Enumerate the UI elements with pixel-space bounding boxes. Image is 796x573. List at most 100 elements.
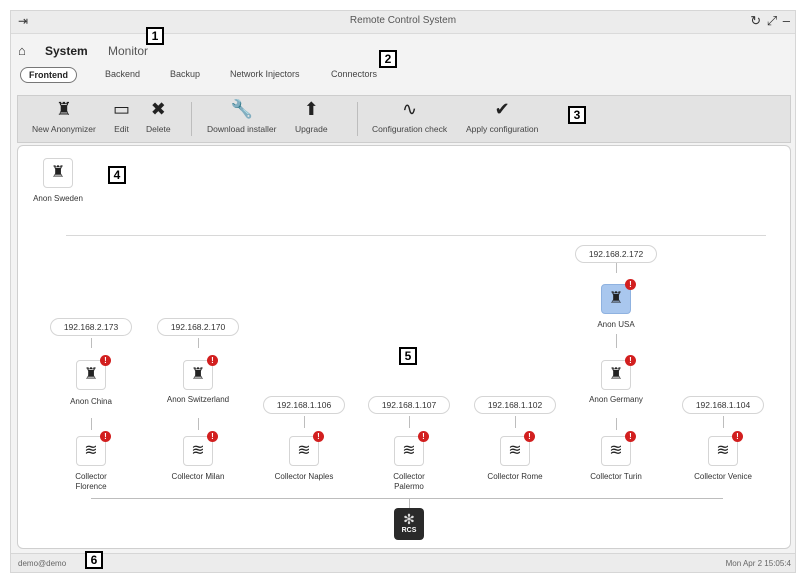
apply-configuration-button[interactable]: ✔ Apply configuration <box>466 96 538 134</box>
tab-connectors[interactable]: Connectors <box>331 69 377 79</box>
upgrade-button[interactable]: ⬆ Upgrade <box>295 96 328 134</box>
tab-frontend[interactable]: Frontend <box>20 67 77 83</box>
pulse-icon: ∿ <box>402 99 418 119</box>
callout-marker: 4 <box>108 166 126 184</box>
rcs-logo-icon[interactable]: ✻ RCS <box>394 508 424 540</box>
edit-label: Edit <box>114 124 129 134</box>
node-label: Anon Sweden <box>33 194 83 203</box>
main-nav: ⌂ System Monitor <box>11 41 795 59</box>
delete-button[interactable]: ✖ Delete <box>146 96 171 134</box>
window-controls[interactable]: ↻ ⤢ ‒ <box>750 13 791 29</box>
checkmark-icon: ✔ <box>494 99 510 119</box>
new-anonymizer-button[interactable]: ♜ New Anonymizer <box>32 96 96 134</box>
collector-label: Collector Florence <box>75 472 107 491</box>
wifi-icon[interactable]: ≋! <box>289 431 324 466</box>
alert-badge: ! <box>732 431 743 442</box>
wifi-icon[interactable]: ≋! <box>183 431 218 466</box>
tab-backend[interactable]: Backend <box>105 69 140 79</box>
edit-button[interactable]: ▭ Edit <box>113 96 130 134</box>
delete-label: Delete <box>146 124 171 134</box>
status-time: Mon Apr 2 15:05:4 <box>725 559 791 568</box>
window-title: Remote Control System <box>349 15 457 26</box>
callout-marker: 2 <box>379 50 397 68</box>
node-label: Anon Germany <box>589 395 643 404</box>
alert-badge: ! <box>207 431 218 442</box>
connector-line <box>409 498 410 508</box>
home-icon[interactable]: ⌂ <box>18 43 26 58</box>
toolbar: ♜ New Anonymizer ▭ Edit ✖ Delete 🔧 Downl… <box>17 95 791 143</box>
node-label: Anon Switzerland <box>166 395 230 404</box>
callout-marker: 1 <box>146 27 164 45</box>
vitruvian-figure-icon: ✻ <box>403 511 415 527</box>
anonymizer-icon[interactable]: ♜! <box>601 279 636 314</box>
ip-address[interactable]: 192.168.2.170 <box>157 318 239 336</box>
toolbar-separator <box>357 102 358 136</box>
collector-label: Collector Milan <box>171 472 225 481</box>
tab-backup[interactable]: Backup <box>170 69 200 79</box>
alert-badge: ! <box>524 431 535 442</box>
node-label: Anon USA <box>597 320 635 329</box>
collector-label: Collector Naples <box>274 472 334 481</box>
nav-monitor[interactable]: Monitor <box>108 44 148 58</box>
alert-badge: ! <box>100 355 111 366</box>
alert-badge: ! <box>100 431 111 442</box>
anonymizer-icon[interactable]: ♜! <box>183 355 218 390</box>
connector-line <box>409 416 410 428</box>
upgrade-label: Upgrade <box>295 124 328 134</box>
alert-badge: ! <box>625 431 636 442</box>
anonymizer-icon[interactable]: ♜! <box>601 355 636 390</box>
ip-address[interactable]: 192.168.1.107 <box>368 396 450 414</box>
wrench-icon: 🔧 <box>230 99 253 119</box>
download-installer-label: Download installer <box>207 124 277 134</box>
callout-marker: 6 <box>85 551 103 569</box>
title-bar: ⇥ Remote Control System ↻ ⤢ ‒ <box>11 11 795 34</box>
alert-badge: ! <box>625 279 636 290</box>
collector-label: Collector Rome <box>487 472 543 481</box>
ip-address[interactable]: 192.168.1.104 <box>682 396 764 414</box>
ip-address[interactable]: 192.168.2.172 <box>575 245 657 263</box>
callout-marker: 5 <box>399 347 417 365</box>
node-label: Anon China <box>70 397 112 406</box>
wifi-icon[interactable]: ≋! <box>601 431 636 466</box>
download-installer-button[interactable]: 🔧 Download installer <box>207 96 276 134</box>
alert-badge: ! <box>418 431 429 442</box>
new-anonymizer-label: New Anonymizer <box>32 124 96 134</box>
divider <box>66 235 766 236</box>
current-user: demo@demo <box>18 559 67 568</box>
wifi-icon[interactable]: ≋! <box>708 431 743 466</box>
wifi-icon[interactable]: ≋! <box>394 431 429 466</box>
ip-address[interactable]: 192.168.1.102 <box>474 396 556 414</box>
alert-badge: ! <box>313 431 324 442</box>
edit-icon: ▭ <box>113 99 131 119</box>
connector-line <box>91 418 92 430</box>
status-bar: demo@demo Mon Apr 2 15:05:4 <box>11 553 795 572</box>
anonymizer-icon[interactable]: ♜ <box>43 158 73 188</box>
collector-bus <box>91 498 723 499</box>
connector-line <box>198 418 199 430</box>
new-anonymizer-icon: ♜ <box>55 99 72 119</box>
apply-configuration-label: Apply configuration <box>466 124 539 134</box>
rcs-label: RCS <box>401 527 417 534</box>
alert-badge: ! <box>207 355 218 366</box>
collector-label: Collector Palermo <box>393 472 425 491</box>
connector-line <box>304 416 305 428</box>
tab-network-injectors[interactable]: Network Injectors <box>230 69 300 79</box>
nav-system[interactable]: System <box>45 44 88 58</box>
ip-address[interactable]: 192.168.2.173 <box>50 318 132 336</box>
connector-line <box>616 334 617 348</box>
connector-line <box>515 416 516 428</box>
ip-address[interactable]: 192.168.1.106 <box>263 396 345 414</box>
connector-line <box>616 418 617 430</box>
connector-line <box>616 263 617 273</box>
upgrade-icon: ⬆ <box>303 99 319 119</box>
collector-label: Collector Turin <box>590 472 642 481</box>
delete-icon: ✖ <box>150 99 166 119</box>
anonymizer-icon[interactable]: ♜! <box>76 355 111 390</box>
alert-badge: ! <box>625 355 636 366</box>
connector-line <box>723 416 724 428</box>
connector-line <box>91 338 92 348</box>
collector-label: Collector Venice <box>694 472 752 481</box>
configuration-check-button[interactable]: ∿ Configuration check <box>372 96 447 134</box>
wifi-icon[interactable]: ≋! <box>76 431 111 466</box>
wifi-icon[interactable]: ≋! <box>500 431 535 466</box>
